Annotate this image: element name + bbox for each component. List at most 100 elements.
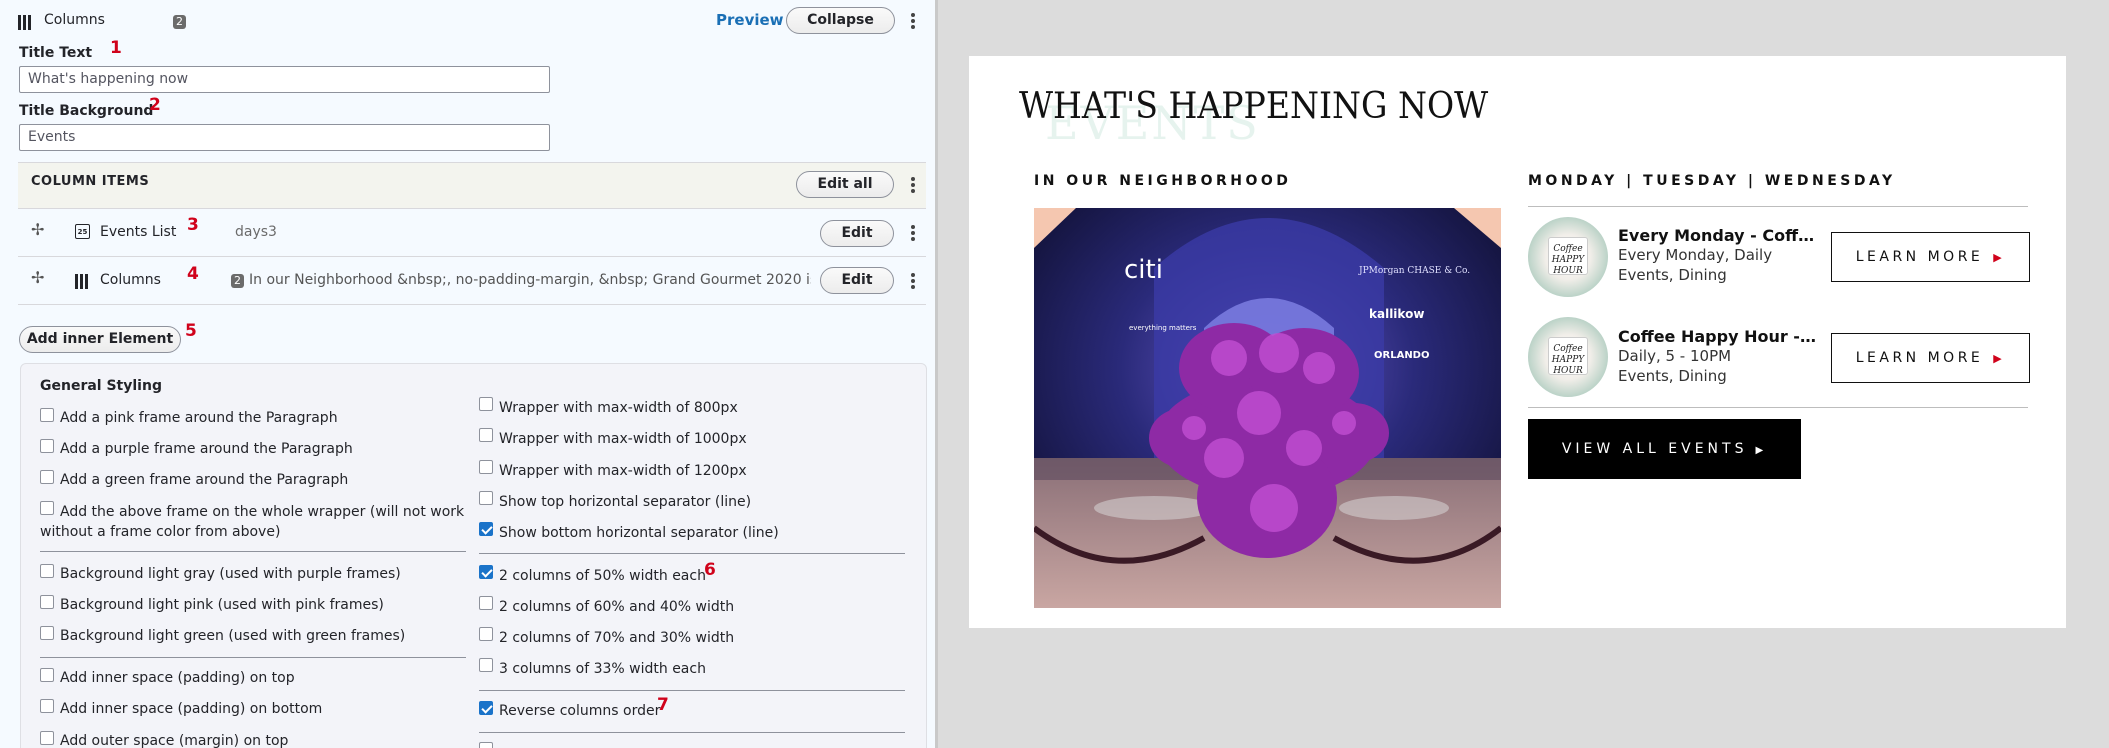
marker-2: 2 <box>149 95 161 115</box>
event-photo-image: citi JPMorgan CHASE & Co. kallikow ORLAN… <box>1034 208 1501 608</box>
general-styling-heading: General Styling <box>40 378 162 394</box>
option-checkbox[interactable] <box>40 501 54 515</box>
option-label: Wrapper with max-width of 800px <box>499 400 738 416</box>
column-items-more-icon[interactable] <box>910 175 916 195</box>
option-checkbox[interactable] <box>479 397 493 411</box>
option-label: 2 columns of 60% and 40% width <box>499 599 735 615</box>
option-checkbox[interactable] <box>40 699 54 713</box>
event-title[interactable]: Every Monday - Coffee H... <box>1618 226 1818 245</box>
option-checkbox[interactable] <box>479 491 493 505</box>
option-checkbox[interactable] <box>40 408 54 422</box>
row-more-icon[interactable] <box>910 271 916 291</box>
option-checkbox[interactable] <box>40 668 54 682</box>
title-background-label: Title Background <box>19 103 154 119</box>
columns-icon <box>75 274 88 289</box>
component-name: Columns <box>44 12 105 28</box>
chevron-right-icon: ▶ <box>1755 445 1768 456</box>
title-text-label: Title Text <box>19 45 93 61</box>
option-label: Show bottom horizontal separator (line) <box>499 525 779 541</box>
option-checkbox-checked[interactable] <box>479 565 493 579</box>
option-checkbox[interactable] <box>479 460 493 474</box>
event-schedule: Daily, 5 - 10PM <box>1618 347 1732 365</box>
learn-more-label: LEARN MORE <box>1855 249 1984 265</box>
marker-6: 6 <box>704 560 716 580</box>
learn-more-button[interactable]: LEARN MORE ▶ <box>1831 333 2030 383</box>
options-separator <box>479 732 905 733</box>
option-label: Reverse columns order <box>499 703 661 719</box>
title-background-input[interactable]: Events <box>19 124 550 151</box>
options-separator <box>40 551 466 552</box>
option-checkbox[interactable] <box>479 627 493 641</box>
option-checkbox[interactable] <box>40 439 54 453</box>
option-label: 2 columns of 50% width each <box>499 568 706 584</box>
option-checkbox[interactable] <box>40 595 54 609</box>
option-checkbox[interactable] <box>40 731 54 745</box>
panel-divider[interactable] <box>935 0 938 748</box>
event-categories: Events, Dining <box>1618 367 1727 385</box>
event-schedule: Every Monday, Daily <box>1618 246 1773 264</box>
column-item-name: Events List <box>100 224 177 240</box>
option-label: Wrapper with max-width of 1000px <box>499 431 747 447</box>
option-label: Show top horizontal separator (line) <box>499 494 752 510</box>
event-thumbnail[interactable]: Coffee HAPPY HOUR <box>1528 217 1608 297</box>
photo-sign-jpmorgan: JPMorgan CHASE & Co. <box>1358 266 1470 276</box>
chevron-right-icon: ▶ <box>1993 352 2006 365</box>
options-separator <box>479 690 905 691</box>
option-checkbox[interactable] <box>479 658 493 672</box>
option-label-continued: without a frame color from above) <box>40 524 281 540</box>
right-column-heading: MONDAY | TUESDAY | WEDNESDAY <box>1528 173 1896 189</box>
option-label: 3 columns of 33% width each <box>499 661 706 677</box>
edit-all-button[interactable]: Edit all <box>796 171 894 198</box>
marker-3: 3 <box>187 215 199 235</box>
event-photo: citi JPMorgan CHASE & Co. kallikow ORLAN… <box>1034 208 1501 608</box>
option-checkbox-checked[interactable] <box>479 701 493 715</box>
drag-handle-icon[interactable]: ✢ <box>31 268 44 287</box>
options-separator <box>40 657 466 658</box>
column-item-summary: In our Neighborhood &nbsp;, no-padding-m… <box>249 272 811 288</box>
row-divider <box>18 304 926 305</box>
column-items-header <box>18 162 926 209</box>
option-checkbox[interactable] <box>40 470 54 484</box>
event-thumbnail-text: Coffee HAPPY HOUR <box>1548 337 1588 376</box>
option-checkbox[interactable] <box>40 564 54 578</box>
photo-sign-citi: citi <box>1124 255 1163 285</box>
paragraph-form: Columns 2 Preview Collapse Title Text 1 … <box>0 0 935 748</box>
options-separator <box>479 553 905 554</box>
add-inner-element-button[interactable]: Add inner Element <box>19 326 181 353</box>
option-label: Add outer space (margin) on top <box>60 733 289 748</box>
collapse-button[interactable]: Collapse <box>786 7 895 34</box>
option-checkbox-checked[interactable] <box>479 522 493 536</box>
option-label: Background light pink (used with pink fr… <box>60 597 384 613</box>
event-thumbnail[interactable]: Coffee HAPPY HOUR <box>1528 317 1608 397</box>
edit-button[interactable]: Edit <box>820 267 894 294</box>
editor-panel: Columns 2 Preview Collapse Title Text 1 … <box>0 0 935 748</box>
learn-more-button[interactable]: LEARN MORE ▶ <box>1831 232 2030 282</box>
event-categories: Events, Dining <box>1618 266 1727 284</box>
photo-sign-everything-matters: everything matters <box>1129 324 1197 332</box>
view-all-events-button[interactable]: VIEW ALL EVENTS ▶ <box>1528 419 1801 479</box>
preview-heading: WHAT'S HAPPENING NOW <box>1019 86 1489 127</box>
option-label: Add a pink frame around the Paragraph <box>60 410 338 426</box>
option-checkbox[interactable] <box>40 626 54 640</box>
option-label: Add the above frame on the whole wrapper… <box>60 504 465 520</box>
photo-sign-orlando: ORLANDO <box>1374 350 1429 361</box>
edit-button[interactable]: Edit <box>820 220 894 247</box>
marker-4: 4 <box>187 264 199 284</box>
option-label: Background light gray (used with purple … <box>60 566 401 582</box>
header-more-icon[interactable] <box>910 11 916 31</box>
drag-handle-icon[interactable]: ✢ <box>31 220 44 239</box>
columns-icon <box>18 15 31 30</box>
option-checkbox[interactable] <box>479 596 493 610</box>
option-checkbox[interactable] <box>479 428 493 442</box>
events-bottom-rule <box>1528 407 2028 408</box>
column-item-name: Columns <box>100 272 161 288</box>
preview-link[interactable]: Preview <box>716 11 784 29</box>
row-more-icon[interactable] <box>910 223 916 243</box>
option-checkbox[interactable] <box>479 742 493 748</box>
title-text-input[interactable]: What's happening now <box>19 66 550 93</box>
view-all-events-label: VIEW ALL EVENTS <box>1561 441 1748 457</box>
option-label: 2 columns of 70% and 30% width <box>499 630 735 646</box>
preview-card: EVENTS WHAT'S HAPPENING NOW IN OUR NEIGH… <box>969 56 2066 628</box>
column-items-heading: COLUMN ITEMS <box>31 174 150 189</box>
event-title[interactable]: Coffee Happy Hour - 03 <box>1618 327 1818 346</box>
